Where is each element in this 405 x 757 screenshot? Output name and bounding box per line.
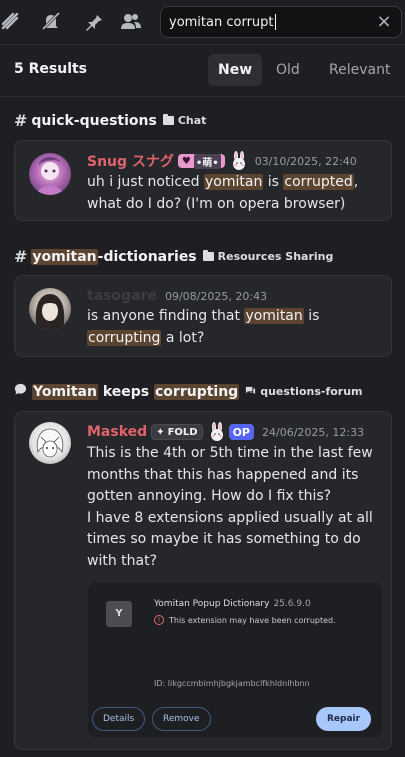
search-value: yomitan corrupt (169, 14, 274, 30)
threads-icon[interactable] (0, 10, 22, 32)
message-text: is anyone finding that yomitan is corrup… (87, 308, 320, 346)
forum-post-icon (14, 383, 27, 400)
author-line: tasogare 09/08/2025, 20:43 (87, 288, 267, 304)
notifications-off-icon[interactable] (40, 10, 62, 32)
author-name[interactable]: Snug スナグ (87, 151, 174, 171)
timestamp: 03/10/2025, 22:40 (254, 154, 357, 168)
category-label: Chat (162, 114, 206, 127)
extension-name: Yomitan Popup Dictionary 25.6.9.0 (154, 599, 311, 609)
author-name[interactable]: Masked (87, 424, 147, 440)
warning-icon: ! (154, 615, 164, 625)
search-input[interactable]: yomitan corrupt × (160, 6, 402, 38)
forum-label: questions-forum (245, 385, 363, 399)
sort-old-button[interactable]: Old (266, 54, 310, 86)
extension-icon: Y (106, 601, 132, 627)
search-result-message[interactable]: Snug スナグ ♥ •萌• 03/10/2025, 22:40 uh i jus… (14, 140, 392, 221)
top-divider (0, 44, 405, 45)
thread-header[interactable]: Yomitan keeps corrupting questions-forum (14, 383, 363, 400)
avatar[interactable] (29, 422, 71, 464)
forum-icon (245, 385, 256, 399)
compass-icon: ✦ (156, 426, 165, 438)
folder-icon (162, 114, 174, 125)
category-label: Resources Sharing (202, 250, 333, 263)
pin-icon[interactable] (82, 10, 104, 32)
channel-name: quick-questions (31, 112, 157, 129)
text-caret (274, 14, 276, 30)
search-highlight: Yomitan (32, 383, 98, 400)
avatar[interactable] (29, 153, 71, 195)
author-line: Snug スナグ ♥ •萌• 03/10/2025, 22:40 (87, 151, 357, 171)
bunny-badge-icon (207, 422, 227, 442)
results-divider (0, 96, 405, 97)
message-text: This is the 4th or 5th time in the last … (87, 445, 373, 569)
channel-header[interactable]: # yomitan -dictionaries Resources Sharing (14, 247, 333, 266)
extension-id: ID: likgccmbimhjbgkjambclfkhldnlhbnn (154, 679, 310, 688)
search-highlight: corrupting (154, 383, 240, 400)
thread-channel-icon: # (14, 247, 28, 266)
remove-button: Remove (152, 707, 211, 731)
sort-new-button[interactable]: New (208, 54, 263, 86)
details-button: Details (92, 707, 146, 731)
channel-header[interactable]: # quick-questions Chat (14, 111, 206, 130)
results-count: 5 Results (14, 61, 88, 77)
user-tag[interactable]: ♥ •萌• (177, 153, 225, 169)
repair-button: Repair (316, 707, 372, 731)
clear-search-icon[interactable]: × (375, 13, 393, 31)
thread-title: keeps (97, 383, 154, 400)
message-text: uh i just noticed yomitan is corrupted, … (87, 174, 359, 212)
op-badge: OP (228, 424, 254, 440)
author-name[interactable]: tasogare (87, 288, 157, 304)
user-tag[interactable]: ✦ FOLD (151, 424, 203, 440)
top-bar: yomitan corrupt × (0, 0, 405, 44)
timestamp: 09/08/2025, 20:43 (164, 289, 268, 303)
search-highlight: corrupting (87, 329, 162, 346)
search-result-message[interactable]: tasogare 09/08/2025, 20:43 is anyone fin… (14, 275, 392, 357)
extension-warning: ! This extension may have been corrupted. (154, 615, 336, 625)
members-icon[interactable] (120, 10, 142, 32)
thread-channel-icon: # (14, 111, 28, 130)
sort-relevant-button[interactable]: Relevant (319, 54, 400, 86)
channel-name: -dictionaries (97, 248, 197, 265)
avatar[interactable] (29, 288, 71, 330)
bunny-badge-icon (229, 151, 249, 171)
timestamp: 24/06/2025, 12:33 (262, 425, 365, 439)
extension-version: 25.6.9.0 (273, 599, 311, 609)
image-attachment[interactable]: Y Yomitan Popup Dictionary 25.6.9.0 ! This… (88, 583, 382, 737)
search-highlight: yomitan (204, 174, 264, 190)
author-line: Masked ✦ FOLD OP 24/06/2025, 12:33 (87, 422, 364, 442)
search-highlight: corrupted (283, 174, 354, 190)
search-highlight: yomitan (244, 308, 304, 324)
folder-icon (202, 250, 214, 261)
search-highlight: yomitan (31, 248, 98, 265)
